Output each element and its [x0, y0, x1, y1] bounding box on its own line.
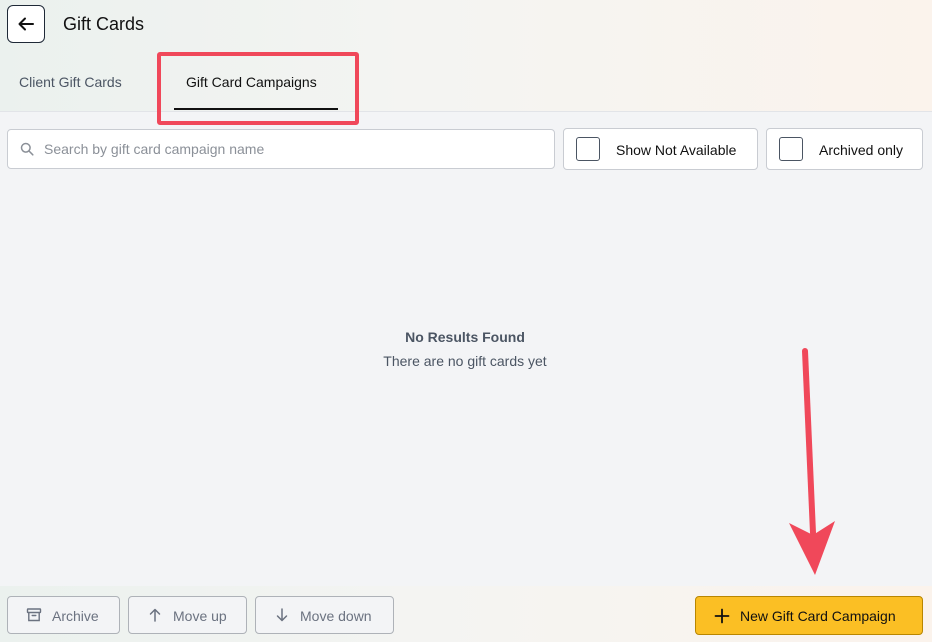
active-tab-indicator [174, 108, 338, 110]
plus-icon [714, 608, 730, 624]
empty-state-message: There are no gift cards yet [383, 353, 547, 369]
page-title: Gift Cards [63, 14, 145, 34]
header-bar: Gift Cards Client Gift Cards Gift Card C… [0, 0, 932, 112]
arrow-left-icon [18, 17, 34, 31]
search-input[interactable] [44, 130, 544, 168]
new-gift-card-campaign-label: New Gift Card Campaign [740, 608, 896, 624]
archived-only-checkbox[interactable] [779, 137, 803, 161]
archived-only-toggle[interactable]: Archived only [766, 128, 923, 170]
tab-gift-card-campaigns[interactable]: Gift Card Campaigns [186, 72, 317, 92]
new-gift-card-campaign-button[interactable]: New Gift Card Campaign [695, 596, 923, 635]
move-down-label: Move down [300, 608, 372, 624]
search-field[interactable] [7, 129, 555, 169]
arrow-down-icon [276, 608, 288, 622]
move-down-button[interactable]: Move down [255, 596, 394, 634]
show-not-available-label: Show Not Available [616, 142, 737, 158]
search-icon [20, 142, 34, 156]
archive-label: Archive [52, 608, 99, 624]
move-up-button[interactable]: Move up [128, 596, 247, 634]
archived-only-label: Archived only [819, 142, 904, 158]
move-up-label: Move up [173, 608, 227, 624]
annotation-arrow [789, 348, 835, 575]
archive-box-icon [26, 608, 42, 622]
show-not-available-checkbox[interactable] [576, 137, 600, 161]
back-button[interactable] [7, 5, 45, 43]
empty-state-title: No Results Found [405, 329, 525, 345]
arrow-up-icon [149, 608, 161, 622]
tab-client-gift-cards[interactable]: Client Gift Cards [19, 72, 122, 92]
archive-button[interactable]: Archive [7, 596, 120, 634]
show-not-available-toggle[interactable]: Show Not Available [563, 128, 758, 170]
